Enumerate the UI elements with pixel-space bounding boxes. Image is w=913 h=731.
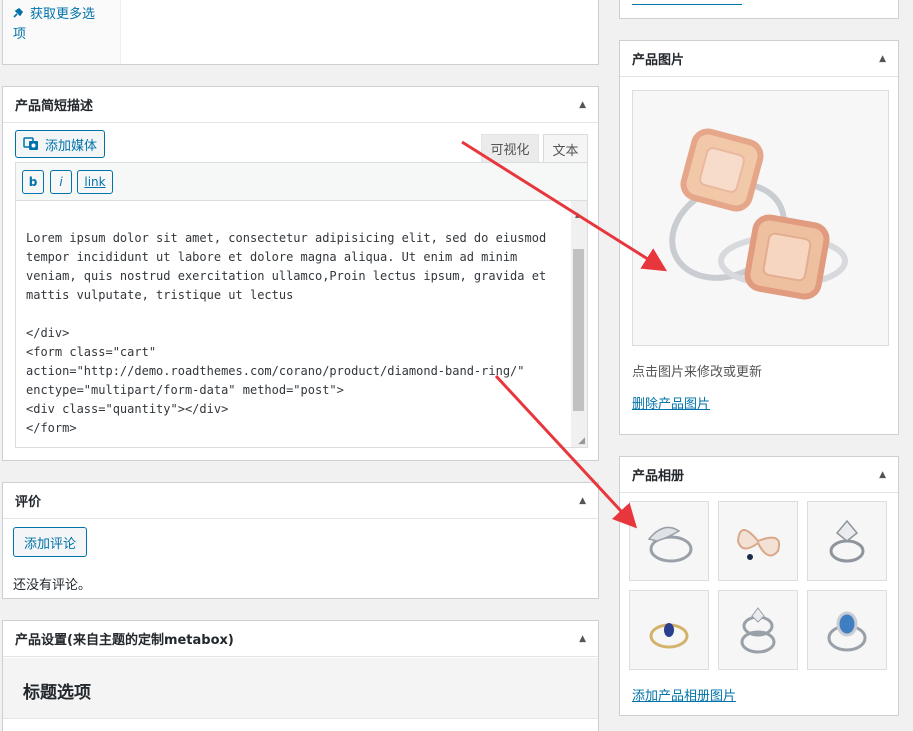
collapse-arrow-icon[interactable]: ▲ <box>579 100 586 110</box>
italic-button[interactable]: i <box>50 170 72 194</box>
ring-icon <box>740 607 776 654</box>
link-button[interactable]: link <box>77 170 113 194</box>
product-data-box-bottom: 获取更多选 项 <box>2 0 599 65</box>
collapse-arrow-icon[interactable]: ▲ <box>579 634 586 644</box>
add-media-button[interactable]: 添加媒体 <box>15 130 106 158</box>
reviews-box: 评价 ▲ 添加评论 还没有评论。 <box>2 482 599 599</box>
settings-section: 标题选项 <box>3 658 598 719</box>
product-settings-box: 产品设置(来自主题的定制metabox) ▲ 标题选项 <box>2 620 599 731</box>
add-gallery-images-link[interactable]: 添加产品相册图片 <box>632 685 736 704</box>
no-reviews-text: 还没有评论。 <box>13 578 92 593</box>
scrollbar-thumb[interactable] <box>573 249 584 411</box>
editor-scrollbar[interactable]: ▲ ◢ <box>571 201 587 447</box>
tab-text[interactable]: 文本 <box>543 134 588 163</box>
product-settings-title: 产品设置(来自主题的定制metabox) <box>15 633 234 648</box>
ring-icon <box>829 519 865 563</box>
remove-image-link[interactable]: 删除产品图片 <box>632 393 710 412</box>
text-editor-area[interactable]: Lorem ipsum dolor sit amet, consectetur … <box>15 200 588 448</box>
product-image-title: 产品图片 <box>632 53 685 68</box>
scroll-up-icon[interactable]: ▲ <box>575 211 580 219</box>
short-description-header[interactable]: 产品简短描述 ▲ <box>3 87 598 123</box>
reviews-header[interactable]: 评价 ▲ <box>3 483 598 519</box>
brooch-icon <box>736 529 780 560</box>
sidebar-box-top <box>619 0 899 19</box>
ring-icon <box>649 623 689 649</box>
collapse-arrow-icon[interactable]: ▲ <box>579 496 586 506</box>
product-image-box: 产品图片 ▲ 点击图片来修改或更新 删除产品图片 <box>619 40 899 435</box>
get-more-options-label: 获取更多选 项 <box>13 7 96 42</box>
short-description-title: 产品简短描述 <box>15 99 94 114</box>
tab-visual[interactable]: 可视化 <box>481 134 539 162</box>
get-more-options-link[interactable]: 获取更多选 项 <box>13 5 113 45</box>
collapse-arrow-icon[interactable]: ▲ <box>879 54 886 64</box>
product-gallery-box: 产品相册 ▲ 添加产品相册图片 <box>619 456 899 716</box>
gallery-image[interactable] <box>807 501 887 581</box>
gallery-image[interactable] <box>629 501 709 581</box>
section-title: 标题选项 <box>23 683 91 703</box>
product-image-header[interactable]: 产品图片 ▲ <box>620 41 898 77</box>
bold-button[interactable]: b <box>22 170 44 194</box>
product-settings-header[interactable]: 产品设置(来自主题的定制metabox) ▲ <box>3 621 598 657</box>
product-gallery-title: 产品相册 <box>632 469 685 484</box>
gallery-image[interactable] <box>807 590 887 670</box>
media-icon <box>23 137 39 151</box>
diamond-rings-image <box>669 128 848 300</box>
gallery-image[interactable] <box>718 590 798 670</box>
quicktags-toolbar: b i link <box>15 162 588 200</box>
short-description-box: 产品简短描述 ▲ 添加媒体 可视化 文本 b i link Lorem ipsu… <box>2 86 599 461</box>
add-review-button[interactable]: 添加评论 <box>13 527 88 557</box>
resize-handle-icon[interactable]: ◢ <box>578 436 585 446</box>
add-media-label: 添加媒体 <box>45 138 98 154</box>
ring-icon <box>827 611 867 652</box>
product-image[interactable] <box>632 90 889 346</box>
reviews-title: 评价 <box>15 495 42 510</box>
collapse-arrow-icon[interactable]: ▲ <box>879 470 886 480</box>
product-gallery-header[interactable]: 产品相册 ▲ <box>620 457 898 493</box>
plugin-icon <box>13 5 24 25</box>
cropped-link[interactable] <box>632 0 742 5</box>
editor-content: Lorem ipsum dolor sit amet, consectetur … <box>26 231 547 435</box>
image-hint-text: 点击图片来修改或更新 <box>632 365 763 380</box>
gallery-image[interactable] <box>629 590 709 670</box>
ring-icon <box>647 526 693 563</box>
gallery-image[interactable] <box>718 501 798 581</box>
